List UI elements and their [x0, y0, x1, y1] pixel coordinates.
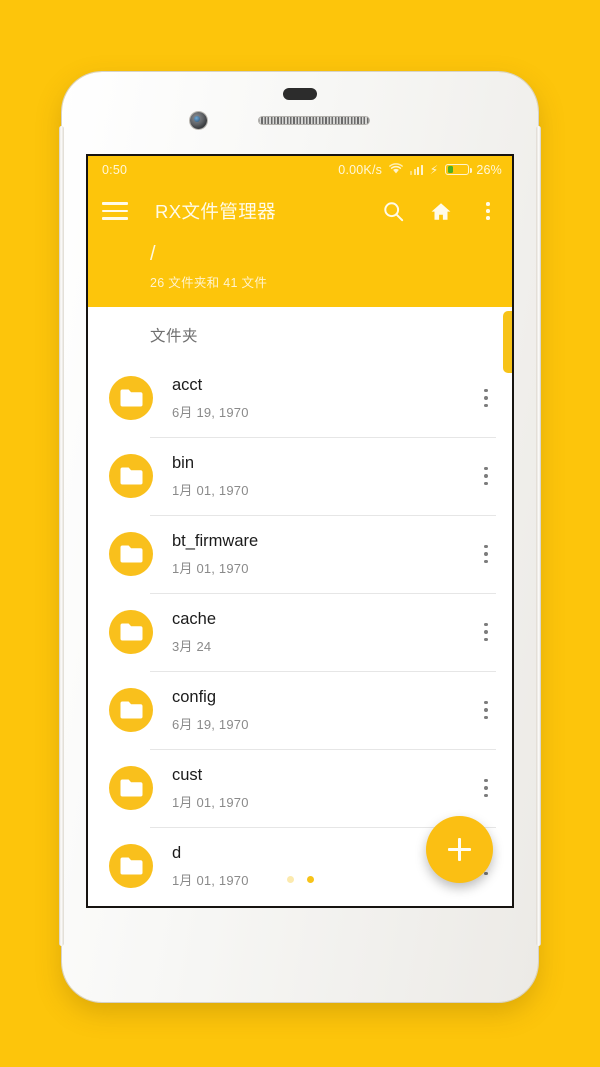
file-date: 1月 01, 1970	[172, 795, 249, 810]
file-item-overflow-icon[interactable]	[478, 459, 494, 494]
app-title: RX文件管理器	[155, 201, 276, 222]
battery-percent-label: 26%	[476, 162, 502, 177]
front-camera-icon	[190, 112, 207, 129]
file-name: cache	[172, 610, 217, 628]
hamburger-menu-icon[interactable]	[102, 202, 128, 220]
file-list-item-text: config 6月 19, 1970	[172, 687, 478, 733]
file-list-item-text: bin 1月 01, 1970	[172, 453, 478, 499]
file-date: 6月 19, 1970	[172, 405, 249, 420]
file-date: 1月 01, 1970	[172, 561, 249, 576]
file-list-item[interactable]: cust 1月 01, 1970	[88, 749, 512, 827]
file-item-overflow-icon[interactable]	[478, 537, 494, 572]
file-date: 1月 01, 1970	[172, 873, 249, 888]
charging-bolt-icon: ⚡	[429, 162, 439, 177]
file-name: cust	[172, 766, 203, 784]
file-list-item-text: bt_firmware 1月 01, 1970	[172, 531, 478, 577]
file-list-item[interactable]: config 6月 19, 1970	[88, 671, 512, 749]
path-header: / 26 文件夹和 41 文件	[88, 239, 512, 307]
network-speed-label: 0.00K/s	[338, 162, 383, 177]
add-fab-button[interactable]	[426, 816, 493, 883]
file-date: 1月 01, 1970	[172, 483, 249, 498]
app-bar: RX文件管理器	[88, 183, 512, 239]
file-list-container: 文件夹 acct 6月 19, 1970 bin 1月 01, 1970 bt_firm…	[88, 307, 512, 905]
file-list-item-text: acct 6月 19, 1970	[172, 375, 478, 421]
folder-icon	[109, 766, 153, 810]
file-name: bin	[172, 454, 195, 472]
current-path[interactable]: /	[150, 241, 512, 267]
home-icon[interactable]	[430, 201, 452, 222]
proximity-sensor-slot	[283, 88, 317, 100]
file-item-overflow-icon[interactable]	[478, 381, 494, 416]
file-name: config	[172, 688, 217, 706]
folder-icon	[109, 610, 153, 654]
file-name: acct	[172, 376, 203, 394]
folder-icon	[109, 844, 153, 888]
file-date: 3月 24	[172, 639, 212, 654]
phone-screen: 0:50 0.00K/s ⚡ 26% RX文件管理器 / 26 文件夹和 41 …	[88, 156, 512, 906]
status-bar: 0:50 0.00K/s ⚡ 26%	[88, 156, 512, 183]
battery-icon	[445, 164, 473, 175]
file-list-item-text: cache 3月 24	[172, 609, 478, 655]
section-title-folders: 文件夹	[150, 328, 199, 345]
folder-icon	[109, 376, 153, 420]
file-list-item[interactable]: cache 3月 24	[88, 593, 512, 671]
file-list-item-text: cust 1月 01, 1970	[172, 765, 478, 811]
file-list-item[interactable]: bt_firmware 1月 01, 1970	[88, 515, 512, 593]
folder-icon	[109, 688, 153, 732]
file-item-overflow-icon[interactable]	[478, 693, 494, 728]
file-date: 6月 19, 1970	[172, 717, 249, 732]
phone-device: 0:50 0.00K/s ⚡ 26% RX文件管理器 / 26 文件夹和 41 …	[59, 72, 541, 1002]
folder-icon	[109, 454, 153, 498]
overflow-menu-icon[interactable]	[478, 202, 498, 220]
file-name: bt_firmware	[172, 532, 259, 550]
path-summary: 26 文件夹和 41 文件	[150, 276, 268, 290]
folder-icon	[109, 532, 153, 576]
file-list-item[interactable]: acct 6月 19, 1970	[88, 359, 512, 437]
file-list-item[interactable]: bin 1月 01, 1970	[88, 437, 512, 515]
file-item-overflow-icon[interactable]	[478, 771, 494, 806]
file-item-overflow-icon[interactable]	[478, 615, 494, 650]
search-icon[interactable]	[383, 201, 404, 222]
status-bar-time: 0:50	[102, 162, 128, 177]
wifi-icon	[389, 162, 403, 177]
app-bar-actions	[383, 201, 498, 222]
signal-bars-icon	[410, 164, 423, 175]
earpiece-speaker	[258, 116, 370, 125]
